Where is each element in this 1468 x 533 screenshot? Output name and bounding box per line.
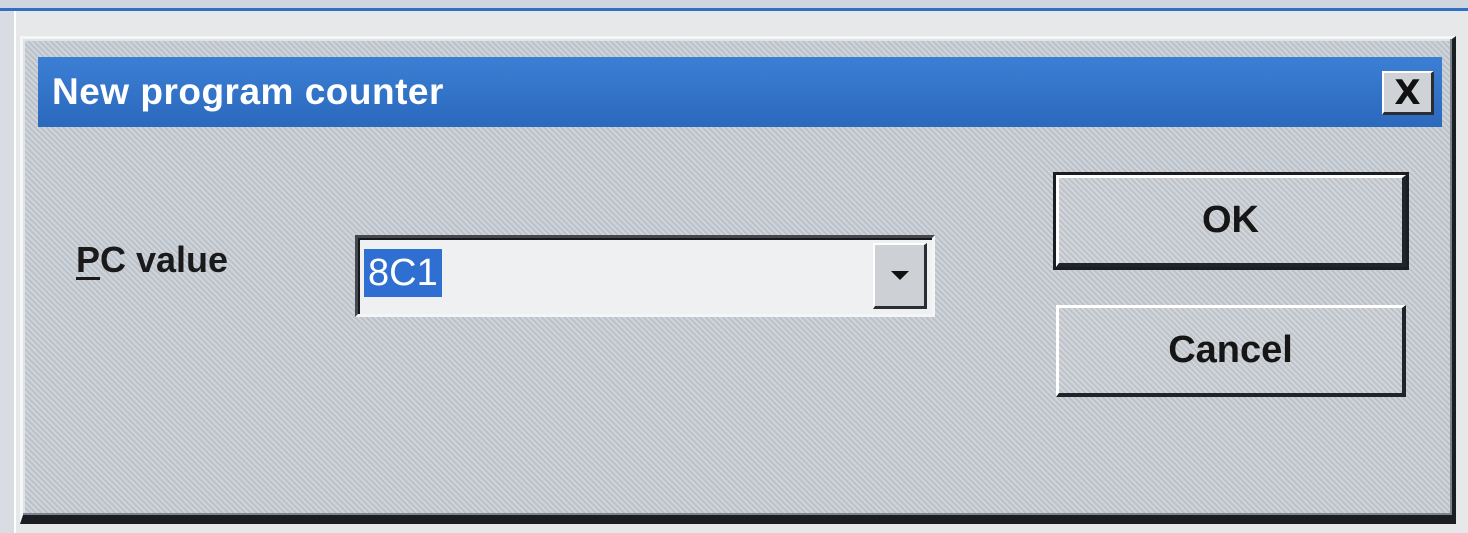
chevron-down-icon bbox=[890, 271, 909, 280]
new-program-counter-dialog: New program counter X PC value 8C1 OK Ca… bbox=[20, 36, 1456, 524]
ok-button[interactable]: OK bbox=[1053, 172, 1409, 270]
pc-value-combobox[interactable]: 8C1 bbox=[355, 235, 935, 317]
pc-value-input[interactable]: 8C1 bbox=[364, 249, 442, 297]
dialog-title: New program counter bbox=[52, 71, 444, 112]
close-button[interactable]: X bbox=[1382, 71, 1434, 115]
cancel-button[interactable]: Cancel bbox=[1056, 305, 1406, 397]
ok-button-label: OK bbox=[1202, 199, 1259, 241]
dropdown-button[interactable] bbox=[873, 243, 927, 309]
pc-label-text: C value bbox=[100, 239, 229, 280]
cancel-button-label: Cancel bbox=[1168, 329, 1293, 371]
dialog-titlebar[interactable]: New program counter X bbox=[38, 57, 1442, 127]
background-window-edge bbox=[0, 0, 1468, 11]
close-icon: X bbox=[1394, 72, 1421, 113]
background-window-left-edge bbox=[0, 11, 16, 533]
pc-value-label: PC value bbox=[76, 239, 228, 281]
pc-label-mnemonic: P bbox=[76, 239, 101, 280]
